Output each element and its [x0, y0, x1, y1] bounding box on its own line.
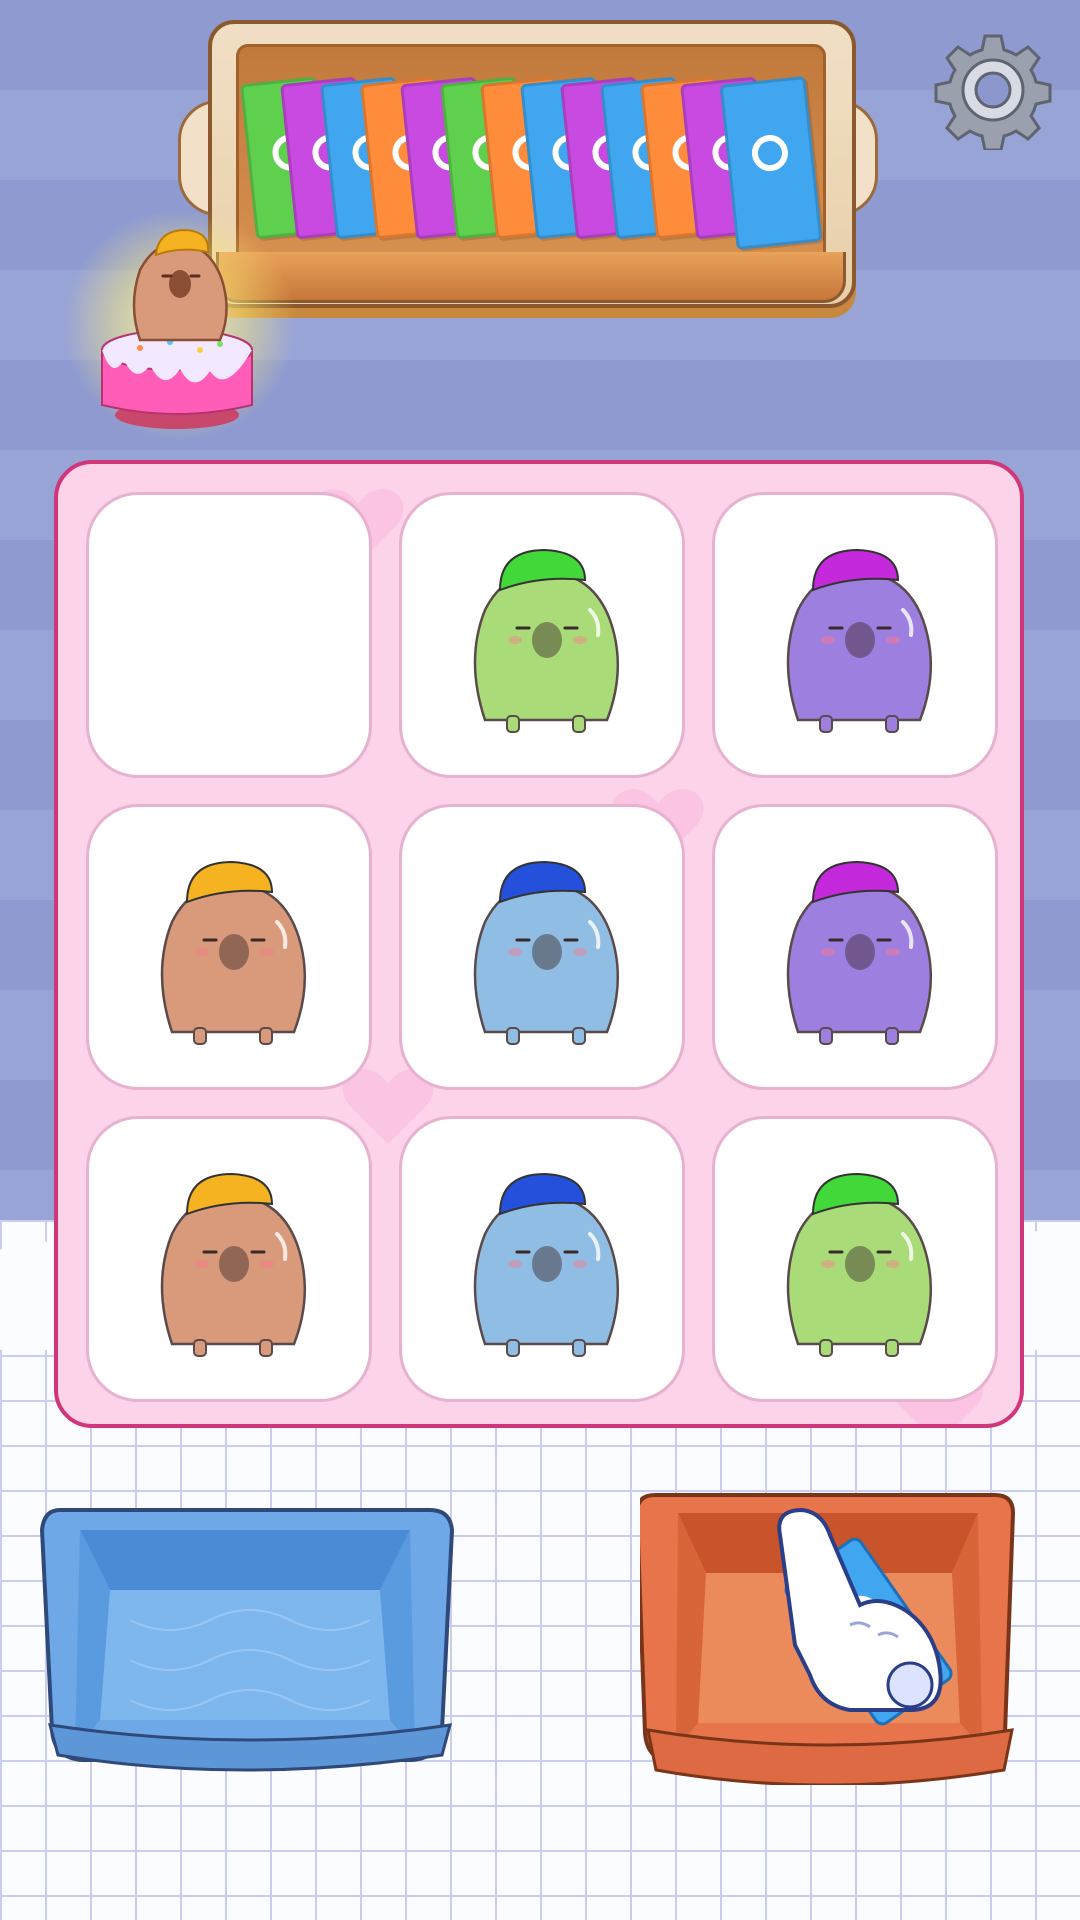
- reward-capybara-cake: [60, 200, 300, 440]
- tutorial-hand-pointer: [760, 1505, 960, 1715]
- board-slot[interactable]: [86, 1116, 372, 1402]
- capybara-on-cake-icon: [101, 228, 253, 429]
- purple-capybara-icon: [786, 548, 933, 733]
- board-slot[interactable]: [399, 1116, 685, 1402]
- tray-card[interactable]: [719, 75, 823, 251]
- blue-sorting-box[interactable]: [39, 1490, 460, 1780]
- game-board: [54, 460, 1024, 1428]
- board-slot[interactable]: [86, 804, 372, 1090]
- gear-icon: [934, 34, 1052, 152]
- tray-card-stack[interactable]: [240, 75, 823, 260]
- board-slot[interactable]: [712, 804, 998, 1090]
- brown-capybara-icon: [160, 860, 307, 1045]
- board-slot-empty[interactable]: [86, 492, 372, 778]
- blue-capybara-icon: [473, 860, 620, 1045]
- board-slot[interactable]: [399, 804, 685, 1090]
- settings-button[interactable]: [933, 30, 1053, 152]
- tray-front: [216, 252, 846, 303]
- card-symbol-icon: [750, 133, 790, 173]
- green-capybara-icon: [786, 1172, 933, 1357]
- board-slot[interactable]: [712, 492, 998, 778]
- green-capybara-icon: [473, 548, 620, 733]
- brown-capybara-icon: [160, 1172, 307, 1357]
- pointing-hand-icon: [777, 1507, 943, 1712]
- blue-box-icon: [39, 1508, 455, 1772]
- board-slot[interactable]: [712, 1116, 998, 1402]
- board-slot[interactable]: [399, 492, 685, 778]
- blue-capybara-icon: [473, 1172, 620, 1357]
- purple-capybara-icon: [786, 860, 933, 1045]
